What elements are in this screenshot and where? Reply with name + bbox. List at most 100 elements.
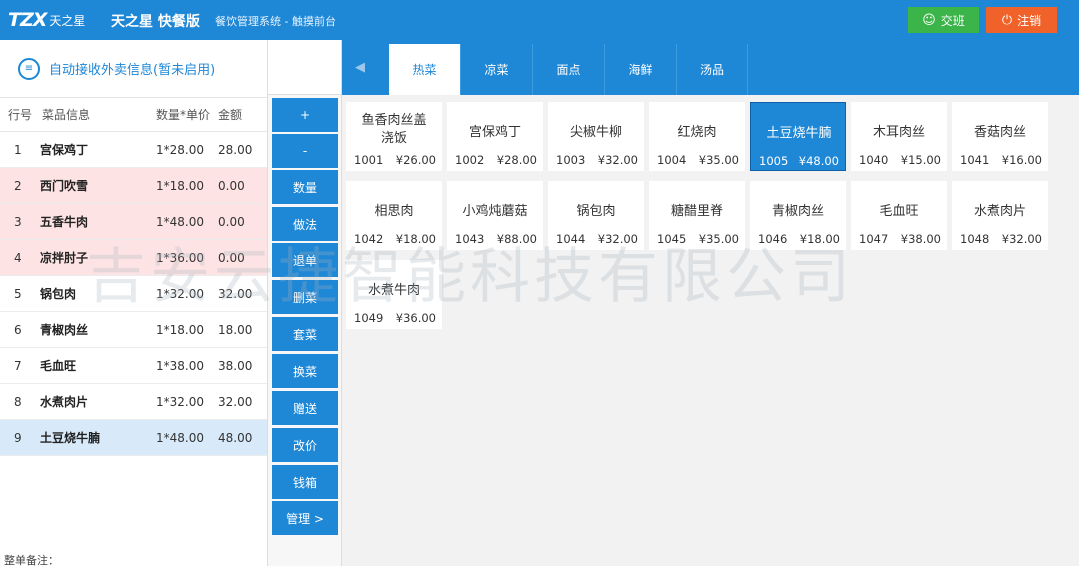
dish-price: ¥48.00 [798, 154, 839, 168]
dish-name: 相思肉 [374, 204, 414, 219]
dish-price: ¥38.00 [900, 232, 941, 246]
decrease-button[interactable]: - [272, 134, 338, 168]
method-button[interactable]: 做法 [272, 207, 338, 241]
dish-card[interactable]: 毛血旺 1047 ¥38.00 [851, 181, 947, 250]
brand-title: 天之星 快餐版 [111, 14, 200, 30]
row-qty: 1*32.00 [156, 286, 204, 301]
row-qty: 1*48.00 [156, 214, 204, 229]
return-order-button[interactable]: 退单 [272, 243, 338, 277]
header-no: 行号 [8, 108, 33, 122]
order-table-header: 行号 菜品信息 数量*单价 金额 [0, 98, 267, 132]
tab-pastry[interactable]: 面点 [532, 44, 604, 95]
logo-mark: TZX [8, 9, 47, 31]
dish-card[interactable]: 水煮肉片 1048 ¥32.00 [952, 181, 1048, 250]
table-row[interactable]: 7 毛血旺 1*38.00 38.00 [0, 348, 267, 384]
dish-price: ¥28.00 [496, 153, 537, 167]
table-row[interactable]: 6 青椒肉丝 1*18.00 18.00 [0, 312, 267, 348]
manage-button[interactable]: 管理 > [272, 501, 338, 535]
row-no: 5 [14, 286, 22, 301]
row-name: 毛血旺 [40, 359, 77, 373]
row-name: 西门吹雪 [40, 179, 89, 193]
row-name: 青椒肉丝 [40, 323, 89, 337]
dish-price: ¥35.00 [698, 153, 739, 167]
shift-handover-label: 交班 [940, 13, 965, 28]
dish-card[interactable]: 青椒肉丝 1046 ¥18.00 [750, 181, 846, 250]
row-qty: 1*36.00 [156, 250, 204, 265]
row-amt: 48.00 [218, 430, 253, 445]
dish-card[interactable]: 相思肉 1042 ¥18.00 [346, 181, 442, 250]
dish-code: 1003 [556, 153, 586, 167]
table-row[interactable]: 1 宫保鸡丁 1*28.00 28.00 [0, 132, 267, 168]
dish-card[interactable]: 鱼香肉丝盖 浇饭 1001 ¥26.00 [346, 102, 442, 171]
shift-handover-button[interactable]: ☺ 交班 [908, 7, 979, 33]
tab-soup[interactable]: 汤品 [676, 44, 748, 95]
change-dish-button[interactable]: 换菜 [272, 354, 338, 388]
row-no: 1 [14, 142, 22, 157]
order-remark-label[interactable]: 整单备注： [4, 552, 266, 566]
gift-button[interactable]: 赠送 [272, 391, 338, 425]
user-icon: ☺ [922, 12, 936, 28]
dish-name: 糖醋里脊 [670, 204, 723, 219]
scroll-left-icon[interactable]: ◀ [355, 60, 367, 75]
row-amt: 32.00 [218, 394, 253, 409]
dish-price: ¥18.00 [395, 232, 436, 246]
row-amt: 28.00 [218, 142, 253, 157]
dish-card[interactable]: 香菇肉丝 1041 ¥16.00 [952, 102, 1048, 171]
dish-card-selected[interactable]: 土豆烧牛腩 1005 ¥48.00 [750, 102, 846, 171]
cash-drawer-button[interactable]: 钱箱 [272, 465, 338, 499]
dish-card[interactable]: 宫保鸡丁 1002 ¥28.00 [447, 102, 543, 171]
dish-price: ¥32.00 [597, 153, 638, 167]
table-row[interactable]: 8 水煮肉片 1*32.00 32.00 [0, 384, 267, 420]
dish-code: 1002 [455, 153, 485, 167]
dish-name: 水煮牛肉 [367, 283, 420, 298]
dish-price: ¥16.00 [1001, 153, 1042, 167]
logo-sub: 天之星 [49, 13, 86, 28]
delete-dish-button[interactable]: 删菜 [272, 280, 338, 314]
table-row-selected[interactable]: 9 土豆烧牛腩 1*48.00 48.00 [0, 420, 267, 456]
tab-hot-dishes[interactable]: 热菜 [389, 44, 460, 95]
dish-name: 木耳肉丝 [872, 125, 925, 140]
dish-card[interactable]: 红烧肉 1004 ¥35.00 [649, 102, 745, 171]
action-column-top [268, 40, 341, 95]
menu-area: ◀ 热菜 凉菜 面点 海鲜 汤品 鱼香肉丝盖 浇饭 1001 ¥26.00 宫保… [342, 40, 1079, 566]
row-no: 2 [14, 178, 22, 193]
dish-card[interactable]: 糖醋里脊 1045 ¥35.00 [649, 181, 745, 250]
table-row[interactable]: 2 西门吹雪 1*18.00 0.00 [0, 168, 267, 204]
row-name: 土豆烧牛腩 [40, 431, 101, 445]
change-price-button[interactable]: 改价 [272, 428, 338, 462]
row-qty: 1*32.00 [156, 394, 204, 409]
table-row[interactable]: 4 凉拌肘子 1*36.00 0.00 [0, 240, 267, 276]
table-row[interactable]: 3 五香牛肉 1*48.00 0.00 [0, 204, 267, 240]
order-rows: 1 宫保鸡丁 1*28.00 28.00 2 西门吹雪 1*18.00 0.00… [0, 132, 267, 456]
row-qty: 1*48.00 [156, 430, 204, 445]
action-column: + - 数量 做法 退单 删菜 套菜 换菜 赠送 改价 钱箱 管理 > [268, 40, 342, 566]
row-no: 8 [14, 394, 22, 409]
dish-price: ¥32.00 [597, 232, 638, 246]
dish-card[interactable]: 锅包肉 1044 ¥32.00 [548, 181, 644, 250]
auto-receive-row[interactable]: ≡ 自动接收外卖信息(暂未启用) [0, 40, 267, 98]
row-qty: 1*28.00 [156, 142, 204, 157]
dish-code: 1005 [759, 154, 789, 168]
dish-card[interactable]: 小鸡炖蘑菇 1043 ¥88.00 [447, 181, 543, 250]
tab-seafood[interactable]: 海鲜 [604, 44, 676, 95]
dish-name: 鱼香肉丝盖 浇饭 [346, 112, 442, 148]
table-row[interactable]: 5 锅包肉 1*32.00 32.00 [0, 276, 267, 312]
quantity-button[interactable]: 数量 [272, 170, 338, 204]
dish-code: 1042 [354, 232, 384, 246]
dish-card[interactable]: 水煮牛肉 1049 ¥36.00 [346, 260, 442, 329]
dish-price: ¥32.00 [1001, 232, 1042, 246]
dish-card[interactable]: 木耳肉丝 1040 ¥15.00 [851, 102, 947, 171]
dish-price: ¥18.00 [799, 232, 840, 246]
dish-code: 1044 [556, 232, 586, 246]
logout-button[interactable]: ⏻ 注销 [986, 7, 1057, 33]
tab-cold-dishes[interactable]: 凉菜 [460, 44, 532, 95]
increase-button[interactable]: + [272, 98, 338, 132]
set-meal-button[interactable]: 套菜 [272, 317, 338, 351]
row-qty: 1*18.00 [156, 322, 204, 337]
dish-card[interactable]: 尖椒牛柳 1003 ¥32.00 [548, 102, 644, 171]
dish-code: 1041 [960, 153, 990, 167]
row-amt: 0.00 [218, 214, 245, 229]
row-amt: 0.00 [218, 178, 245, 193]
dish-code: 1040 [859, 153, 889, 167]
dish-price: ¥26.00 [395, 153, 436, 167]
